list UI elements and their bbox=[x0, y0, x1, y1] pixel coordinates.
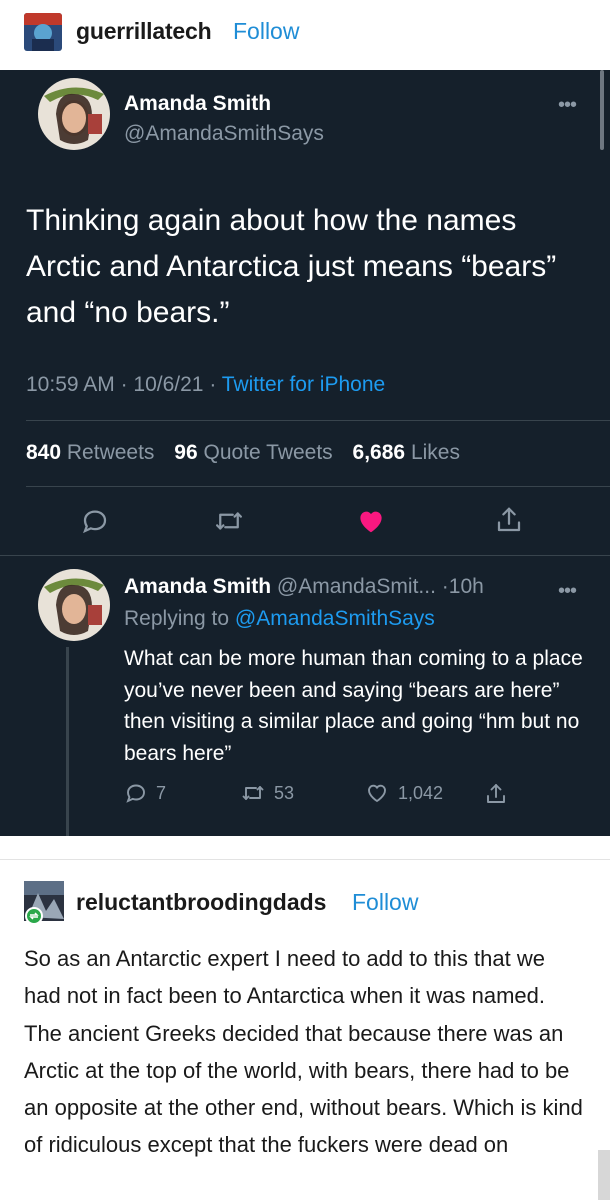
thread-line bbox=[66, 647, 69, 836]
scrollbar-track[interactable] bbox=[598, 1150, 610, 1200]
tweet-avatar[interactable] bbox=[38, 78, 110, 150]
divider bbox=[0, 555, 610, 556]
post-body-text: So as an Antarctic expert I need to add … bbox=[24, 946, 583, 1158]
reply-header: Amanda Smith @AmandaSmit... ·10h bbox=[124, 575, 484, 599]
reply-age: ·10h bbox=[441, 575, 484, 598]
reply-retweet-action[interactable]: 53 bbox=[240, 781, 294, 805]
tweet-time: 10:59 AM bbox=[26, 373, 115, 396]
tweet-meta: 10:59 AM · 10/6/21 · Twitter for iPhone bbox=[26, 373, 385, 397]
retweet-count: 53 bbox=[274, 782, 295, 803]
reply-icon[interactable] bbox=[80, 506, 110, 541]
follow-button[interactable]: Follow bbox=[233, 18, 299, 45]
reply-author-name[interactable]: Amanda Smith bbox=[124, 575, 271, 598]
heart-icon[interactable] bbox=[355, 506, 387, 541]
scrollbar[interactable] bbox=[600, 70, 604, 150]
reply-avatar[interactable] bbox=[38, 569, 110, 641]
likes-count: 6,686 bbox=[352, 441, 406, 464]
reply-more-options-icon[interactable]: ••• bbox=[558, 580, 577, 603]
meta-separator: · bbox=[209, 373, 222, 396]
share-icon bbox=[487, 784, 505, 803]
replying-to-link[interactable]: @AmandaSmithSays bbox=[235, 607, 435, 630]
tweet-screenshot: Amanda Smith @AmandaSmithSays ••• Thinki… bbox=[0, 70, 610, 836]
tweet-author-handle[interactable]: @AmandaSmithSays bbox=[124, 122, 324, 146]
retweet-icon[interactable] bbox=[213, 506, 245, 541]
reply-reply-action[interactable]: 7 bbox=[124, 781, 166, 805]
likes-label: Likes bbox=[410, 441, 460, 464]
post-separator bbox=[0, 859, 610, 860]
reply-text: What can be more human than coming to a … bbox=[124, 647, 583, 765]
quote-tweets-label: Quote Tweets bbox=[203, 441, 333, 464]
follow-button[interactable]: Follow bbox=[352, 889, 418, 916]
quote-tweets-stat[interactable]: 96 Quote Tweets bbox=[174, 441, 332, 464]
heart-outline-icon bbox=[368, 784, 386, 803]
replying-to: Replying to @AmandaSmithSays bbox=[124, 607, 435, 631]
tweet-author-name[interactable]: Amanda Smith bbox=[124, 92, 271, 116]
username[interactable]: guerrillatech bbox=[76, 18, 212, 45]
like-count: 1,042 bbox=[398, 782, 444, 803]
tweet-date: 10/6/21 bbox=[133, 373, 204, 396]
meta-separator: · bbox=[120, 373, 134, 396]
tweet-text: Thinking again about how the names Arcti… bbox=[26, 204, 557, 329]
retweets-count: 840 bbox=[26, 441, 62, 464]
tweet-stats: 840 Retweets 96 Quote Tweets 6,686 Likes bbox=[26, 441, 460, 465]
reply-tweet[interactable]: Amanda Smith @AmandaSmit... ·10h ••• Rep… bbox=[0, 555, 610, 836]
more-options-icon[interactable]: ••• bbox=[558, 94, 577, 117]
likes-stat[interactable]: 6,686 Likes bbox=[353, 441, 460, 464]
reblogger-username[interactable]: reluctantbroodingdads bbox=[76, 889, 326, 916]
reply-count: 7 bbox=[156, 782, 167, 803]
replying-prefix: Replying to bbox=[124, 607, 230, 630]
post-header: guerrillatech Follow bbox=[0, 0, 610, 70]
retweets-label: Retweets bbox=[66, 441, 155, 464]
reply-author-handle[interactable]: @AmandaSmit... bbox=[277, 575, 436, 598]
reblogger-avatar[interactable] bbox=[24, 881, 64, 925]
user-avatar[interactable] bbox=[24, 13, 62, 51]
retweets-stat[interactable]: 840 Retweets bbox=[26, 441, 154, 464]
divider bbox=[26, 486, 610, 487]
divider bbox=[26, 420, 610, 421]
reply-icon bbox=[126, 784, 145, 803]
share-icon[interactable] bbox=[494, 504, 524, 541]
quote-tweets-count: 96 bbox=[174, 441, 198, 464]
retweet-icon bbox=[242, 786, 264, 800]
reply-share-action[interactable] bbox=[484, 781, 508, 807]
tweet-source-link[interactable]: Twitter for iPhone bbox=[222, 373, 385, 396]
reply-like-action[interactable]: 1,042 bbox=[364, 781, 443, 805]
